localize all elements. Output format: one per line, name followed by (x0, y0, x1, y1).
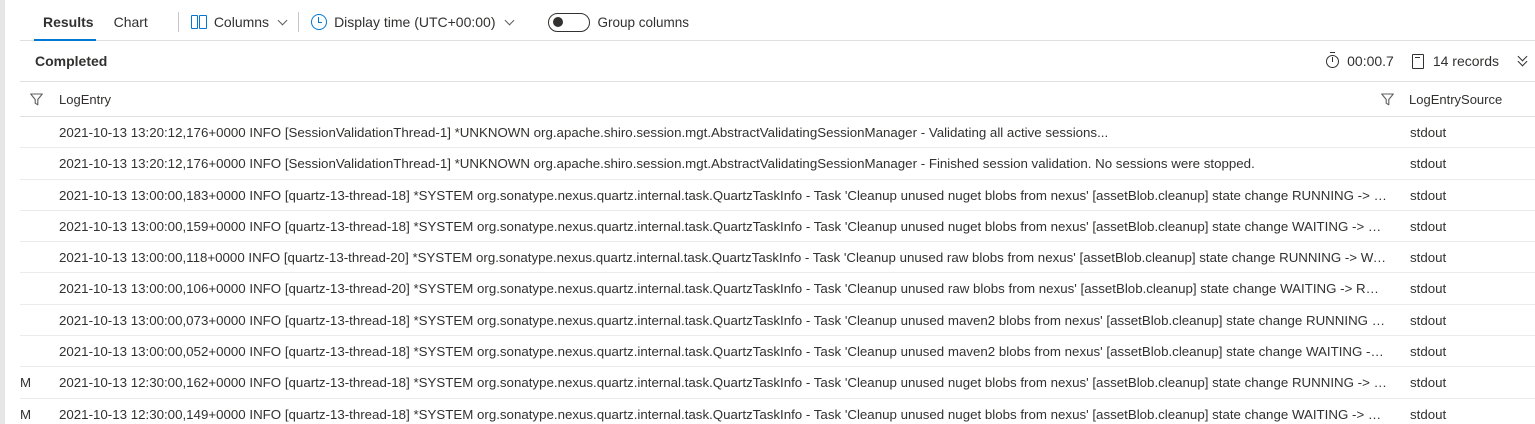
toolbar-divider (298, 12, 300, 32)
log-source-cell: stdout (1410, 406, 1447, 422)
log-source-cell: stdout (1410, 218, 1447, 234)
table-row[interactable]: 2021-10-13 13:00:00,106+0000 INFO [quart… (20, 273, 1535, 305)
table-row[interactable]: 2021-10-13 13:00:00,159+0000 INFO [quart… (20, 211, 1535, 243)
log-source-cell: stdout (1410, 156, 1447, 172)
query-status: Completed (35, 53, 108, 69)
columns-icon (190, 15, 207, 29)
results-toolbar: Results Chart Columns Display time (UTC+… (20, 4, 1535, 41)
timer-icon (1326, 51, 1340, 68)
log-source-cell: stdout (1410, 312, 1447, 328)
query-stats: 00:00.7 14 records (1326, 51, 1535, 69)
columns-label: Columns (213, 14, 270, 30)
query-duration: 00:00.7 (1347, 53, 1394, 69)
record-count: 14 records (1432, 53, 1499, 69)
table-row[interactable]: 2021-10-13 13:00:00,052+0000 INFO [quart… (20, 336, 1535, 368)
display-time-button[interactable]: Display time (UTC+00:00) (306, 4, 517, 41)
left-panel-border (0, 0, 5, 424)
log-source-cell: stdout (1410, 250, 1447, 266)
table-row[interactable]: 2021-10-13 13:20:12,176+0000 INFO [Sessi… (20, 148, 1535, 180)
truncated-cell: M (20, 406, 30, 422)
tab-chart[interactable]: Chart (104, 4, 158, 41)
log-source-cell: stdout (1410, 375, 1447, 391)
grid-body: 2021-10-13 13:20:12,176+0000 INFO [Sessi… (20, 117, 1535, 424)
log-entry-cell: 2021-10-13 13:20:12,176+0000 INFO [Sessi… (59, 125, 1109, 140)
table-row[interactable]: M 2021-10-13 12:30:00,149+0000 INFO [quar… (20, 399, 1535, 424)
log-entry-cell: 2021-10-13 13:00:00,159+0000 INFO [quart… (59, 218, 1387, 234)
query-status-bar: Completed 00:00.7 14 records (20, 41, 1535, 82)
display-time-label: Display time (UTC+00:00) (334, 14, 496, 30)
table-row[interactable]: 2021-10-13 13:00:00,073+0000 INFO [quart… (20, 305, 1535, 337)
resize-handle-icon[interactable]: ··· (770, 0, 784, 5)
filter-icon[interactable] (1381, 93, 1394, 106)
log-entry-cell: 2021-10-13 12:30:00,162+0000 INFO [quart… (59, 375, 1387, 391)
table-row[interactable]: 2021-10-13 13:00:00,118+0000 INFO [quart… (20, 242, 1535, 274)
columns-button[interactable]: Columns (186, 4, 291, 41)
grid-header: LogEntry LogEntrySource (20, 82, 1535, 117)
log-entry-cell: 2021-10-13 13:00:00,106+0000 INFO [quart… (59, 281, 1387, 297)
truncated-cell: M (20, 375, 30, 391)
clock-icon (311, 14, 328, 30)
chevron-down-icon (277, 15, 288, 25)
chevron-down-icon (504, 15, 514, 25)
table-row[interactable]: 2021-10-13 13:00:00,183+0000 INFO [quart… (20, 180, 1535, 211)
log-source-cell: stdout (1410, 344, 1447, 360)
table-row[interactable]: 2021-10-13 13:20:12,176+0000 INFO [Sessi… (20, 117, 1535, 149)
toolbar-divider (177, 12, 179, 32)
group-columns-toggle[interactable] (547, 12, 590, 32)
results-grid: LogEntry LogEntrySource 2021-10-13 13:20… (20, 82, 1535, 424)
log-entry-cell: 2021-10-13 13:00:00,052+0000 INFO [quart… (59, 344, 1387, 360)
records-icon (1411, 53, 1424, 69)
log-entry-cell: 2021-10-13 13:00:00,118+0000 INFO [quart… (59, 250, 1387, 266)
log-source-cell: stdout (1410, 187, 1447, 203)
tab-results[interactable]: Results (20, 4, 104, 41)
filter-icon[interactable] (30, 93, 43, 106)
log-entry-cell: 2021-10-13 13:20:12,176+0000 INFO [Sessi… (59, 156, 1255, 172)
table-row[interactable]: M 2021-10-13 12:30:00,162+0000 INFO [quar… (20, 367, 1535, 399)
log-entry-cell: 2021-10-13 12:30:00,149+0000 INFO [quart… (59, 406, 1387, 422)
double-chevron-down-icon[interactable] (1517, 51, 1529, 68)
log-source-cell: stdout (1410, 125, 1447, 140)
log-entry-cell: 2021-10-13 13:00:00,073+0000 INFO [quart… (59, 312, 1387, 328)
log-source-cell: stdout (1410, 281, 1447, 297)
log-entry-cell: 2021-10-13 13:00:00,183+0000 INFO [quart… (59, 187, 1387, 203)
column-header-logentrysource[interactable]: LogEntrySource (1409, 92, 1502, 107)
column-header-logentry[interactable]: LogEntry (59, 92, 111, 107)
group-columns-label: Group columns (597, 14, 690, 30)
